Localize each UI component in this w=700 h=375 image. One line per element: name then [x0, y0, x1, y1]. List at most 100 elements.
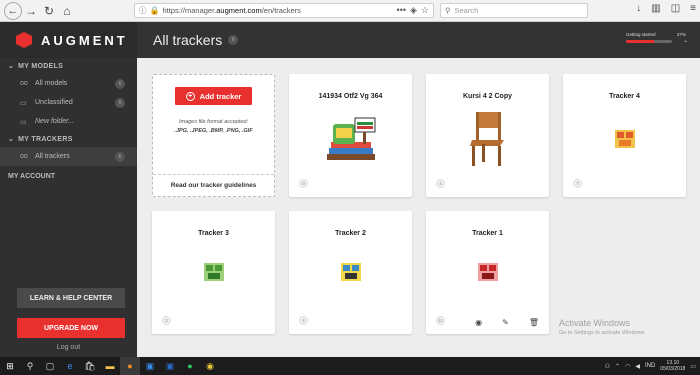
upgrade-now-button[interactable]: UPGRADE NOW [17, 318, 125, 338]
menu-icon[interactable]: ≡ [690, 3, 696, 14]
tracker-card[interactable]: 141934 Otf2 Vg 364 0 [289, 74, 412, 197]
folder-icon: ▭ [20, 99, 27, 107]
getting-started-label: Getting started [626, 32, 656, 37]
my-trackers-header[interactable]: ⌄ MY TRACKERS [0, 131, 137, 147]
library-icon[interactable]: ▥ [651, 3, 660, 14]
tracker-title: Tracker 3 [198, 230, 229, 237]
chrome-icon[interactable]: ◉ [200, 357, 220, 375]
search-icon[interactable]: ⚲ [20, 357, 40, 375]
trackers-grid: + Add tracker Images file format accepte… [137, 58, 700, 357]
new-folder-icon: ▭ [20, 118, 27, 126]
tracker-thumbnail-image [477, 263, 498, 281]
my-account-link[interactable]: MY ACCOUNT [0, 166, 137, 186]
info-icon: ⓘ [139, 6, 147, 15]
word-icon[interactable]: ▣ [160, 357, 180, 375]
getting-started-progress[interactable]: Getting started 27% ⌄ [626, 32, 688, 44]
firefox-icon[interactable]: ● [120, 357, 140, 375]
chevron-down-icon: ⌄ [8, 63, 15, 70]
tracker-thumbnail-image [340, 263, 361, 281]
tracker-card[interactable]: Tracker 2 4 [289, 211, 412, 334]
file-explorer-icon[interactable]: ▬ [100, 357, 120, 375]
augment-logo-icon [16, 32, 32, 48]
pocket-icon[interactable]: ◈ [410, 5, 417, 16]
tracker-guidelines-link[interactable]: Read our tracker guidelines [153, 174, 274, 196]
task-view-icon[interactable]: ▢ [40, 357, 60, 375]
sidebar-item-label: New folder... [35, 118, 75, 125]
edge-icon[interactable]: e [60, 357, 80, 375]
scan-count-badge: 11 [436, 316, 445, 325]
watermark-line1: Activate Windows [559, 318, 631, 328]
clock-date: 05/03/2018 [660, 366, 686, 372]
clock[interactable]: 13.10 05/03/2018 [660, 360, 685, 372]
wifi-icon[interactable]: ◠ [625, 363, 630, 370]
tracker-title: Tracker 2 [335, 230, 366, 237]
tracker-card[interactable]: Tracker 3 2 [152, 211, 275, 334]
forward-button[interactable]: → [22, 2, 40, 20]
tracker-title: 141934 Otf2 Vg 364 [318, 93, 383, 100]
activate-windows-watermark: Activate Windows Go to Settings to activ… [559, 318, 646, 336]
scan-count-badge: 4 [436, 179, 445, 188]
wooden-chair-image [469, 112, 504, 166]
tracker-title: Kursi 4 2 Copy [462, 93, 512, 100]
browser-search-input[interactable]: ⚲ Search [440, 3, 588, 18]
count-badge: 6 [115, 78, 125, 89]
chevron-down-icon: ⌄ [8, 136, 15, 143]
sidebar-item-all-models[interactable]: oo All models 6 [0, 74, 137, 93]
photos-icon[interactable]: ▣ [140, 357, 160, 375]
tracker-card[interactable]: Tracker 4 7 [563, 74, 686, 197]
tracker-card[interactable]: Kursi 4 2 Copy 4 [426, 74, 549, 197]
tray-expand-icon[interactable]: ⌃ [615, 363, 620, 370]
scan-count-badge: 7 [573, 179, 582, 188]
sidebar-item-all-trackers[interactable]: oo All trackers 6 [0, 147, 137, 166]
windows-start-icon[interactable]: ⊞ [0, 357, 20, 375]
trash-icon[interactable]: 🗑 [529, 318, 539, 327]
url-prefix: https://manager. [162, 6, 217, 15]
lock-icon: 🔒 [149, 6, 160, 15]
home-button[interactable]: ⌂ [58, 2, 76, 20]
add-tracker-button[interactable]: + Add tracker [175, 87, 252, 105]
tracker-card[interactable]: Tracker 1 11 ◉ ✎ 🗑 [426, 211, 549, 334]
scan-count-badge: 2 [162, 316, 171, 325]
sidebar-toggle-icon[interactable]: ◫ [671, 3, 680, 14]
download-icon[interactable]: ↓ [636, 3, 641, 14]
count-badge: 6 [115, 97, 125, 108]
sidebar-item-label: Unclassified [35, 99, 73, 106]
page-actions-icon[interactable]: ••• [397, 5, 406, 16]
volume-icon[interactable]: ◀ [635, 363, 640, 370]
bookmark-star-icon[interactable]: ☆ [421, 5, 429, 16]
notification-icon[interactable]: ▭ [690, 363, 696, 370]
windows-taskbar: ⊞ ⚲ ▢ e 🛍 ▬ ● ▣ ▣ ● ◉ ⚇ ⌃ ◠ ◀ IND 13.10 … [0, 357, 700, 375]
address-bar[interactable]: ⓘ 🔒 https://manager. augment.com/en/track… [134, 3, 434, 18]
augment-logo[interactable]: AUGMENT [0, 22, 137, 58]
sidebar-item-unclassified[interactable]: ▭ Unclassified 6 [0, 93, 137, 112]
upload-tracker-card[interactable]: + Add tracker Images file format accepte… [152, 74, 275, 197]
plus-icon: + [185, 91, 195, 101]
tracker-title: Tracker 1 [472, 230, 503, 237]
store-icon[interactable]: 🛍 [80, 357, 100, 375]
chevron-down-icon: ⌄ [682, 38, 688, 44]
sidebar-item-new-folder[interactable]: ▭ New folder... [0, 112, 137, 131]
url-path: /en/trackers [261, 6, 301, 15]
top-header: All trackers 6 Getting started 27% ⌄ [137, 22, 700, 58]
tracker-thumbnail-image [203, 263, 224, 281]
pencil-icon[interactable]: ✎ [502, 318, 509, 327]
watermark-line2: Go to Settings to activate Windows. [559, 330, 646, 336]
count-badge: 6 [115, 151, 125, 162]
back-button[interactable]: ← [4, 1, 22, 20]
accepted-formats: Images file format accepted: .JPG, .JPEG… [153, 118, 274, 136]
page-title: All trackers [153, 32, 223, 48]
logout-link[interactable]: Log out [0, 344, 137, 351]
formats-line2: .JPG, .JPEG, .BMP, .PNG, .GIF [174, 128, 253, 134]
people-icon[interactable]: ⚇ [605, 363, 610, 370]
eye-icon[interactable]: ◉ [475, 318, 482, 327]
progress-fill [626, 40, 654, 43]
my-models-header[interactable]: ⌄ MY MODELS [0, 58, 137, 74]
spotify-icon[interactable]: ● [180, 357, 200, 375]
learn-help-center-button[interactable]: LEARN & HELP CENTER [17, 288, 125, 308]
reload-button[interactable]: ↻ [40, 2, 58, 20]
language-indicator[interactable]: IND [645, 363, 655, 369]
my-trackers-label: MY TRACKERS [18, 135, 73, 143]
logo-text: AUGMENT [41, 32, 128, 48]
formats-line1: Images file format accepted: [178, 119, 249, 125]
sidebar: AUGMENT ⌄ MY MODELS oo All models 6 ▭ Un… [0, 22, 137, 357]
